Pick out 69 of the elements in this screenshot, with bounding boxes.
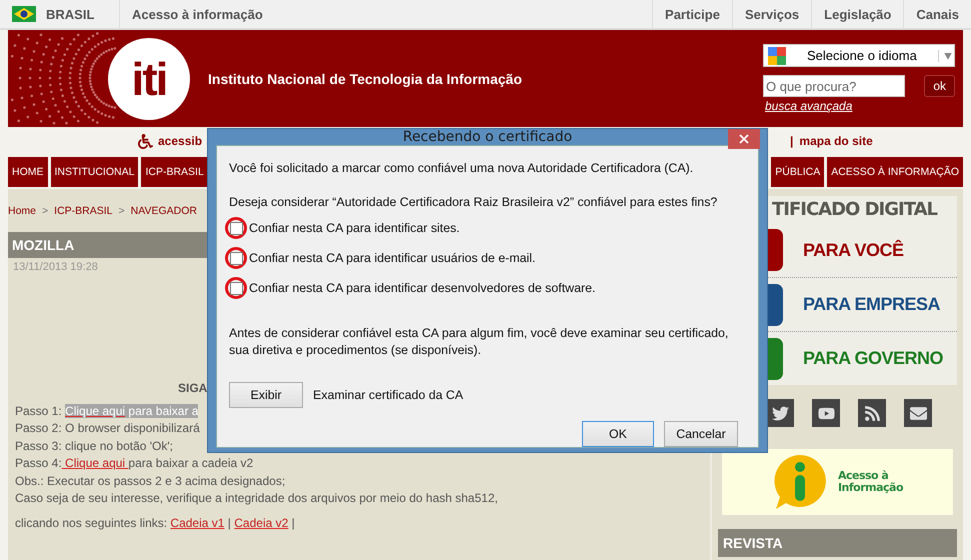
- nav-tab[interactable]: ICP-BRASIL: [141, 157, 208, 187]
- info-banner[interactable]: Acesso à Informação: [722, 449, 953, 515]
- category-link[interactable]: PARA GOVERNO: [803, 348, 944, 369]
- site-title: Instituto Nacional de Tecnologia da Informação: [208, 70, 522, 86]
- search-button[interactable]: ok: [924, 75, 955, 97]
- cancel-button[interactable]: Cancelar: [664, 421, 738, 447]
- nav-tab[interactable]: PÚBLICA: [771, 157, 824, 187]
- view-button[interactable]: Exibir: [229, 382, 303, 408]
- section-title: REVISTA: [718, 529, 957, 557]
- top-menu-item[interactable]: Serviços: [732, 0, 812, 28]
- banner-text: Acesso à Informação: [838, 470, 904, 494]
- close-button[interactable]: [728, 129, 760, 149]
- envelope-icon[interactable]: [904, 399, 932, 427]
- breadcrumb-link[interactable]: NAVEGADOR: [130, 204, 197, 216]
- link[interactable]: Clique aqui: [62, 456, 128, 470]
- nav-tab[interactable]: INSTITUCIONAL: [50, 157, 138, 187]
- twitter-icon[interactable]: [766, 399, 794, 427]
- checkbox[interactable]: [230, 222, 242, 234]
- section-heading: SIGA: [178, 381, 208, 395]
- ok-button[interactable]: OK: [582, 421, 654, 447]
- top-menu-item[interactable]: Canais: [903, 0, 971, 28]
- link[interactable]: Cadeia v1: [170, 516, 224, 530]
- translate-icon: [767, 46, 789, 66]
- play-icon[interactable]: [812, 399, 840, 427]
- logo[interactable]: iti: [108, 38, 190, 120]
- paragraph-line: Passo 2: O browser disponibilizará: [15, 420, 200, 438]
- dialog-text: Você foi solicitado a marcar como confiável uma nova Autoridade Certificadora (CA).: [229, 160, 694, 177]
- wheelchair-icon: [138, 134, 153, 148]
- checkbox-label[interactable]: Confiar nesta CA para identificar usuários de e-mail.: [249, 251, 536, 265]
- advanced-search-link[interactable]: busca avançada: [765, 99, 955, 113]
- accessibility-link[interactable]: acessib: [158, 134, 202, 148]
- info-icon: [772, 453, 828, 511]
- site-map-link[interactable]: mapa do site: [799, 134, 873, 148]
- nav-tab[interactable]: ACESSO À INFORMAÇÃO: [827, 157, 963, 187]
- view-label: Examinar certificado da CA: [313, 388, 464, 402]
- link[interactable]: Cadeia v2: [234, 516, 288, 530]
- top-menu-item[interactable]: Participe: [652, 0, 732, 28]
- checkbox-label[interactable]: Confiar nesta CA para identificar sites.: [249, 221, 460, 235]
- category-link[interactable]: PARA EMPRESA: [803, 294, 940, 315]
- dialog-question: Deseja considerar “Autoridade Certificadora Raiz Brasileira v2” confiável para estes fins?: [229, 194, 718, 211]
- breadcrumb-separator: >: [118, 204, 125, 216]
- article-date: 13/11/2013 19:28: [13, 261, 98, 273]
- category-link[interactable]: PARA VOCÊ: [803, 240, 904, 260]
- paragraph-line: Passo 4: Clique aqui para baixar a cadeia v2: [15, 455, 254, 472]
- access-info-link[interactable]: Acesso à informação: [132, 6, 263, 22]
- caret-icon: [938, 50, 954, 62]
- article-title: MOZILLA: [8, 232, 208, 258]
- breadcrumb-separator: >: [42, 204, 48, 216]
- breadcrumb-link[interactable]: Home: [8, 204, 36, 216]
- nav-tab[interactable]: HOME: [8, 157, 48, 187]
- paragraph-line: clicando nos seguintes links: Cadeia v1 | Cadeia v2 |: [15, 515, 295, 532]
- separator: |: [790, 134, 794, 148]
- checkbox[interactable]: [230, 282, 242, 294]
- search-field[interactable]: O que procura?: [763, 75, 905, 97]
- paragraph-line: Caso seja de seu interesse, verifique a integridade dos arquivos por meio do hash sha512,: [15, 490, 498, 508]
- top-menu-item[interactable]: Legislação: [811, 0, 904, 28]
- language-select[interactable]: Selecione o idioma: [763, 44, 955, 67]
- panel-heading: TIFICADO DIGITAL: [771, 198, 938, 222]
- breadcrumb-link[interactable]: ICP-BRASIL: [54, 204, 113, 216]
- paragraph-line: Obs.: Executar os passos 2 e 3 acima designados;: [15, 472, 286, 490]
- country-label[interactable]: BRASIL: [46, 6, 94, 22]
- rss-icon[interactable]: [858, 399, 886, 427]
- checkbox[interactable]: [230, 252, 242, 264]
- checkbox-label[interactable]: Confiar nesta CA para identificar desenvolvedores de software.: [249, 281, 596, 295]
- close-icon: [739, 134, 749, 144]
- flag-icon: [12, 6, 36, 22]
- paragraph-line: Passo 3: clique no botão 'Ok';: [15, 438, 174, 455]
- dialog-title: Recebendo o certificado: [402, 129, 572, 145]
- dialog-text: Antes de considerar confiável esta CA para algum fim, você deve examinar seu certificado, sua diretiva e procedimentos (se disponíveis).: [229, 325, 730, 359]
